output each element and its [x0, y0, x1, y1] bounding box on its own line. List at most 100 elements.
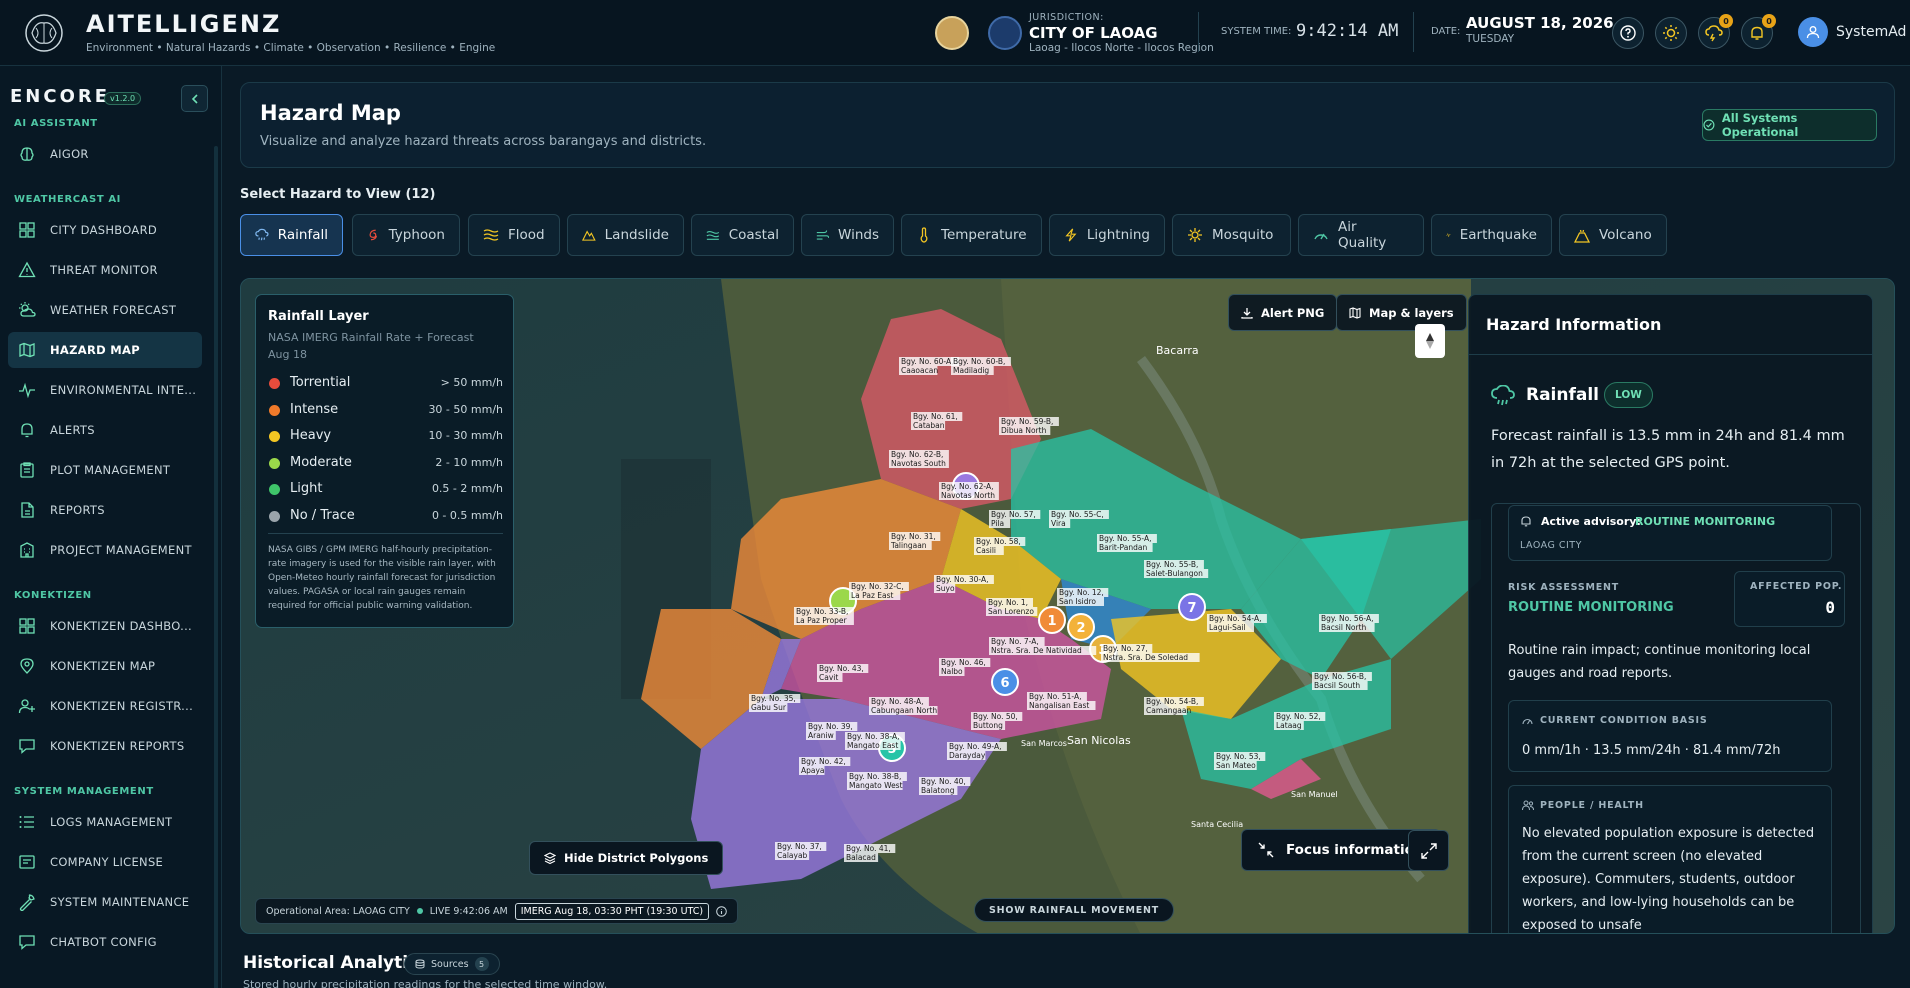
barangay-label[interactable]: Pila: [991, 519, 1004, 528]
sidebar-item-plot-management[interactable]: PLOT MANAGEMENT: [8, 452, 202, 488]
barangay-label[interactable]: Bgy. No. 61,: [913, 412, 958, 421]
barangay-label[interactable]: Calayab: [777, 851, 808, 860]
barangay-label[interactable]: Nangalisan East: [1029, 701, 1089, 710]
sidebar-item-chatbot-config[interactable]: CHATBOT CONFIG: [8, 924, 202, 960]
barangay-label[interactable]: Vira: [1051, 519, 1066, 528]
barangay-label[interactable]: Bgy. No. 37,: [777, 842, 822, 851]
barangay-label[interactable]: Bgy. No. 49-A,: [949, 742, 1001, 751]
barangay-label[interactable]: Bgy. No. 48-A,: [871, 697, 923, 706]
barangay-label[interactable]: Bgy. No. 32-C,: [851, 582, 904, 591]
barangay-label[interactable]: Bgy. No. 41,: [846, 844, 891, 853]
barangay-label[interactable]: Salet-Bulangon: [1146, 569, 1203, 578]
barangay-label[interactable]: Bacsil North: [1321, 623, 1367, 632]
barangay-label[interactable]: Cataban: [913, 421, 945, 430]
barangay-label[interactable]: Bgy. No. 58,: [976, 537, 1021, 546]
barangay-label[interactable]: Bgy. No. 55-A,: [1099, 534, 1151, 543]
hazard-tab-landslide[interactable]: Landslide: [567, 214, 684, 256]
barangay-label[interactable]: Talingaan: [890, 541, 927, 550]
barangay-label[interactable]: San Mateo: [1216, 761, 1256, 770]
barangay-label[interactable]: Bgy. No. 54-B,: [1146, 697, 1198, 706]
compass-button[interactable]: [1415, 324, 1445, 358]
barangay-label[interactable]: Bgy. No. 60-A,: [901, 357, 953, 366]
barangay-label[interactable]: San Isidro: [1059, 597, 1096, 606]
barangay-label[interactable]: Navotas North: [941, 491, 995, 500]
barangay-label[interactable]: Bgy. No. 31,: [891, 532, 936, 541]
barangay-label[interactable]: Bgy. No. 43,: [819, 664, 864, 673]
barangay-label[interactable]: San Lorenzo: [988, 607, 1034, 616]
barangay-label[interactable]: Bgy. No. 54-A,: [1209, 614, 1261, 623]
hazard-tab-mosquito[interactable]: Mosquito: [1172, 214, 1291, 256]
barangay-label[interactable]: Bgy. No. 55-B,: [1146, 560, 1198, 569]
sidebar-item-city-dashboard[interactable]: CITY DASHBOARD: [8, 212, 202, 248]
sidebar-item-aigor[interactable]: AIGOR: [8, 136, 202, 172]
barangay-label[interactable]: Bgy. No. 40,: [921, 777, 966, 786]
barangay-label[interactable]: Bgy. No. 42,: [801, 757, 846, 766]
hazard-tab-typhoon[interactable]: Typhoon: [352, 214, 460, 256]
hazard-tab-flood[interactable]: Flood: [468, 214, 560, 256]
barangay-label[interactable]: Bgy. No. 52,: [1276, 712, 1321, 721]
barangay-label[interactable]: Bgy. No. 46,: [941, 658, 986, 667]
hazard-tab-volcano[interactable]: Volcano: [1559, 214, 1667, 256]
barangay-label[interactable]: Bgy. No. 7-A,: [991, 637, 1039, 646]
barangay-label[interactable]: Bgy. No. 30-A,: [936, 575, 988, 584]
sidebar-item-konektizen-map[interactable]: KONEKTIZEN MAP: [8, 648, 202, 684]
info-icon[interactable]: [716, 905, 727, 917]
barangay-label[interactable]: La Paz East: [851, 591, 894, 600]
barangay-label[interactable]: Bgy. No. 12,: [1059, 588, 1104, 597]
barangay-label[interactable]: Darayday: [949, 751, 986, 760]
barangay-label[interactable]: Balatong: [921, 786, 955, 795]
barangay-label[interactable]: Buttong: [973, 721, 1003, 730]
barangay-label[interactable]: Bgy. No. 51-A,: [1029, 692, 1081, 701]
barangay-label[interactable]: Gabu Sur: [751, 703, 787, 712]
sidebar-item-environmental-inte[interactable]: ENVIRONMENTAL INTE...: [8, 372, 202, 408]
hazard-tab-air-quality[interactable]: Air Quality: [1298, 214, 1424, 256]
barangay-label[interactable]: Nstra. Sra. De Soledad: [1103, 653, 1188, 662]
show-rainfall-movement-button[interactable]: SHOW RAINFALL MOVEMENT: [974, 898, 1175, 922]
map-layers-button[interactable]: Map & layers: [1336, 294, 1467, 331]
sidebar-item-hazard-map[interactable]: HAZARD MAP: [8, 332, 202, 368]
hazard-tab-rainfall[interactable]: Rainfall: [240, 214, 343, 256]
barangay-label[interactable]: Bgy. No. 62-A,: [941, 482, 993, 491]
sidebar-item-system-maintenance[interactable]: SYSTEM MAINTENANCE: [8, 884, 202, 920]
barangay-label[interactable]: Bgy. No. 62-B,: [891, 450, 943, 459]
barangay-label[interactable]: Suyo: [936, 584, 955, 593]
sidebar-item-threat-monitor[interactable]: THREAT MONITOR: [8, 252, 202, 288]
barangay-label[interactable]: Balacad: [846, 853, 876, 862]
barangay-label[interactable]: Dibua North: [1001, 426, 1047, 435]
barangay-label[interactable]: Nstra. Sra. De Natividad: [991, 646, 1082, 655]
sidebar-item-company-license[interactable]: COMPANY LICENSE: [8, 844, 202, 880]
sidebar-scrollbar[interactable]: [214, 146, 218, 988]
barangay-label[interactable]: Bgy. No. 60-B,: [953, 357, 1005, 366]
barangay-label[interactable]: Bgy. No. 27,: [1103, 644, 1148, 653]
notifications-button[interactable]: 0: [1741, 14, 1776, 49]
barangay-label[interactable]: Bgy. No. 56-B,: [1314, 672, 1366, 681]
sidebar-item-project-management[interactable]: PROJECT MANAGEMENT: [8, 532, 202, 568]
barangay-label[interactable]: Araniw: [808, 731, 834, 740]
barangay-label[interactable]: Bgy. No. 39,: [808, 722, 853, 731]
hazard-map[interactable]: 1 2 3 5 6 7 BacarraSan NicolasSan Manuel…: [240, 278, 1895, 934]
barangay-label[interactable]: Bgy. No. 59-B,: [1001, 417, 1053, 426]
barangay-label[interactable]: Bgy. No. 1,: [988, 598, 1028, 607]
barangay-label[interactable]: Bgy. No. 53,: [1216, 752, 1261, 761]
sidebar-item-reports[interactable]: REPORTS: [8, 492, 202, 528]
hazard-tab-temperature[interactable]: Temperature: [901, 214, 1042, 256]
barangay-label[interactable]: Caaoacan: [901, 366, 938, 375]
barangay-label[interactable]: Bgy. No. 57,: [991, 510, 1036, 519]
barangay-label[interactable]: Camangaan: [1146, 706, 1191, 715]
barangay-label[interactable]: Cavit: [819, 673, 838, 682]
barangay-label[interactable]: La Paz Proper: [796, 616, 848, 625]
weather-alerts-button[interactable]: 0: [1698, 14, 1733, 49]
user-name[interactable]: SystemAd: [1836, 24, 1906, 40]
barangay-label[interactable]: Bgy. No. 56-A,: [1321, 614, 1373, 623]
sidebar-item-konektizen-registr[interactable]: KONEKTIZEN REGISTR...: [8, 688, 202, 724]
barangay-label[interactable]: Bgy. No. 55-C,: [1051, 510, 1104, 519]
sidebar-item-alerts[interactable]: ALERTS: [8, 412, 202, 448]
barangay-label[interactable]: Mangato East: [847, 741, 898, 750]
collapse-sidebar-button[interactable]: [181, 85, 208, 112]
sidebar-item-logs-management[interactable]: LOGS MANAGEMENT: [8, 804, 202, 840]
hazard-tab-winds[interactable]: Winds: [801, 214, 894, 256]
barangay-label[interactable]: Madiladig: [953, 366, 989, 375]
barangay-label[interactable]: Bacsil South: [1314, 681, 1360, 690]
theme-toggle-button[interactable]: [1655, 17, 1687, 49]
hazard-tab-coastal[interactable]: Coastal: [691, 214, 794, 256]
